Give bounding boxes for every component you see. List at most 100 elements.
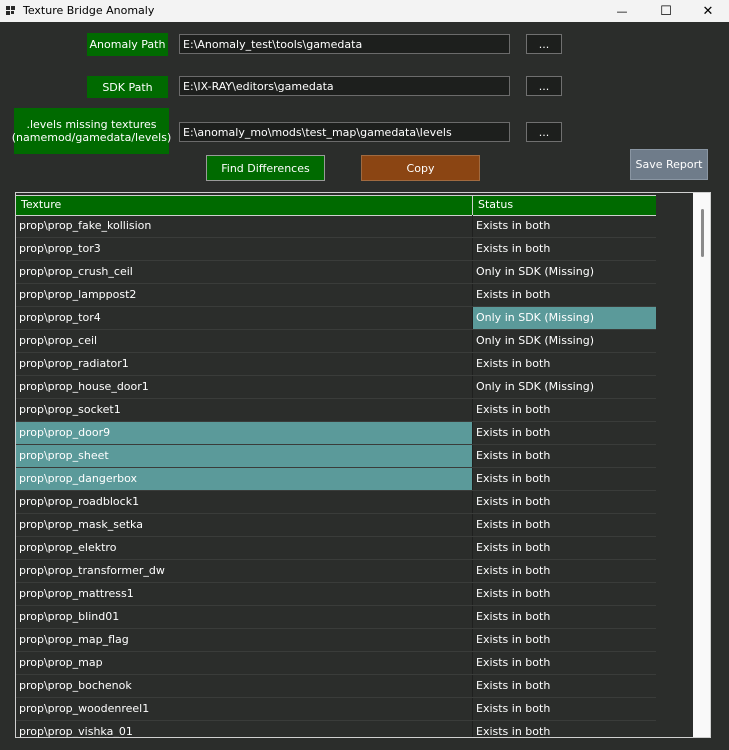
texture-cell[interactable]: prop\prop_crush_ceil <box>16 261 473 283</box>
column-header-texture[interactable]: Texture <box>16 196 473 215</box>
texture-cell[interactable]: prop\prop_mask_setka <box>16 514 473 536</box>
table-row[interactable]: prop\prop_map Exists in both <box>16 652 656 675</box>
table-row[interactable]: prop\prop_lamppost2 Exists in both <box>16 284 656 307</box>
table-row[interactable]: prop\prop_transformer_dw Exists in both <box>16 560 656 583</box>
texture-cell[interactable]: prop\prop_fake_kollision <box>16 215 473 237</box>
table-row[interactable]: prop\prop_map_flag Exists in both <box>16 629 656 652</box>
table-body: prop\prop_fake_kollision Exists in both p… <box>16 215 656 737</box>
status-cell[interactable]: Exists in both <box>473 583 656 605</box>
status-cell-selected[interactable]: Only in SDK (Missing) <box>473 307 656 329</box>
table-row[interactable]: prop\prop_tor4 Only in SDK (Missing) <box>16 307 656 330</box>
texture-cell[interactable]: prop\prop_lamppost2 <box>16 284 473 306</box>
status-cell[interactable]: Exists in both <box>473 537 656 559</box>
status-cell[interactable]: Exists in both <box>473 468 656 490</box>
table-row[interactable]: prop\prop_vishka_01 Exists in both <box>16 721 656 737</box>
table-row[interactable]: prop\prop_fake_kollision Exists in both <box>16 215 656 238</box>
table-row[interactable]: prop\prop_woodenreel1 Exists in both <box>16 698 656 721</box>
table-row[interactable]: prop\prop_door9 Exists in both <box>16 422 656 445</box>
minimize-icon: — <box>616 4 628 18</box>
status-cell[interactable]: Exists in both <box>473 675 656 697</box>
table-row[interactable]: prop\prop_radiator1 Exists in both <box>16 353 656 376</box>
texture-cell[interactable]: prop\prop_ceil <box>16 330 473 352</box>
status-cell[interactable]: Exists in both <box>473 721 656 737</box>
texture-cell[interactable]: prop\prop_vishka_01 <box>16 721 473 737</box>
scrollbar-thumb[interactable] <box>701 209 704 257</box>
vertical-scrollbar[interactable] <box>693 193 710 737</box>
status-cell[interactable]: Exists in both <box>473 399 656 421</box>
table-row[interactable]: prop\prop_elektro Exists in both <box>16 537 656 560</box>
texture-cell-selected[interactable]: prop\prop_sheet <box>16 445 473 467</box>
status-cell[interactable]: Exists in both <box>473 652 656 674</box>
sdk-path-input[interactable] <box>179 76 510 96</box>
status-cell[interactable]: Exists in both <box>473 353 656 375</box>
status-cell[interactable]: Exists in both <box>473 215 656 237</box>
levels-label-line2: (namemod/gamedata/levels) <box>11 131 172 144</box>
status-cell[interactable]: Only in SDK (Missing) <box>473 330 656 352</box>
copy-button[interactable]: Copy <box>361 155 480 181</box>
minimize-button[interactable]: — <box>601 0 643 22</box>
table-row[interactable]: prop\prop_mattress1 Exists in both <box>16 583 656 606</box>
status-cell[interactable]: Exists in both <box>473 422 656 444</box>
texture-cell[interactable]: prop\prop_tor4 <box>16 307 473 329</box>
app-icon <box>6 6 17 16</box>
status-cell[interactable]: Exists in both <box>473 560 656 582</box>
texture-cell-selected[interactable]: prop\prop_dangerbox <box>16 468 473 490</box>
texture-cell[interactable]: prop\prop_elektro <box>16 537 473 559</box>
table-row[interactable]: prop\prop_roadblock1 Exists in both <box>16 491 656 514</box>
texture-cell[interactable]: prop\prop_map <box>16 652 473 674</box>
save-report-button[interactable]: Save Report <box>630 149 708 180</box>
table-row[interactable]: prop\prop_blind01 Exists in both <box>16 606 656 629</box>
status-cell[interactable]: Only in SDK (Missing) <box>473 261 656 283</box>
texture-cell[interactable]: prop\prop_radiator1 <box>16 353 473 375</box>
table-row[interactable]: prop\prop_tor3 Exists in both <box>16 238 656 261</box>
status-cell[interactable]: Exists in both <box>473 606 656 628</box>
table-row[interactable]: prop\prop_mask_setka Exists in both <box>16 514 656 537</box>
table-row[interactable]: prop\prop_crush_ceil Only in SDK (Missing… <box>16 261 656 284</box>
status-cell[interactable]: Exists in both <box>473 514 656 536</box>
levels-label-line1: .levels missing textures <box>26 118 157 131</box>
table-row[interactable]: prop\prop_house_door1 Only in SDK (Missin… <box>16 376 656 399</box>
status-cell[interactable]: Exists in both <box>473 284 656 306</box>
sdk-path-label: SDK Path <box>87 76 168 98</box>
column-header-status[interactable]: Status <box>473 196 656 215</box>
levels-path-input[interactable] <box>179 122 510 142</box>
find-differences-button[interactable]: Find Differences <box>206 155 325 181</box>
texture-cell[interactable]: prop\prop_house_door1 <box>16 376 473 398</box>
table-empty-area <box>656 193 710 737</box>
texture-cell[interactable]: prop\prop_map_flag <box>16 629 473 651</box>
status-cell[interactable]: Exists in both <box>473 698 656 720</box>
levels-path-label: .levels missing textures (namemod/gameda… <box>11 108 172 154</box>
anomaly-browse-button[interactable]: ... <box>526 34 562 54</box>
status-cell[interactable]: Exists in both <box>473 238 656 260</box>
window-title: Texture Bridge Anomaly <box>23 4 155 17</box>
texture-cell[interactable]: prop\prop_blind01 <box>16 606 473 628</box>
texture-cell[interactable]: prop\prop_transformer_dw <box>16 560 473 582</box>
anomaly-path-label: Anomaly Path <box>87 33 168 56</box>
status-cell[interactable]: Exists in both <box>473 629 656 651</box>
sdk-browse-button[interactable]: ... <box>526 76 562 96</box>
levels-browse-button[interactable]: ... <box>526 122 562 142</box>
texture-cell[interactable]: prop\prop_mattress1 <box>16 583 473 605</box>
close-icon: ✕ <box>702 3 714 19</box>
close-button[interactable]: ✕ <box>687 0 729 22</box>
table-header: Texture Status <box>16 195 656 216</box>
texture-table[interactable]: Texture Status prop\prop_fake_kollision E… <box>15 192 711 738</box>
status-cell[interactable]: Exists in both <box>473 491 656 513</box>
status-cell[interactable]: Exists in both <box>473 445 656 467</box>
texture-cell[interactable]: prop\prop_tor3 <box>16 238 473 260</box>
texture-cell[interactable]: prop\prop_woodenreel1 <box>16 698 473 720</box>
texture-cell[interactable]: prop\prop_roadblock1 <box>16 491 473 513</box>
maximize-icon: ☐ <box>660 3 672 19</box>
texture-cell-selected[interactable]: prop\prop_door9 <box>16 422 473 444</box>
texture-cell[interactable]: prop\prop_bochenok <box>16 675 473 697</box>
table-row[interactable]: prop\prop_bochenok Exists in both <box>16 675 656 698</box>
title-bar: Texture Bridge Anomaly — ☐ ✕ <box>0 0 729 22</box>
maximize-button[interactable]: ☐ <box>645 0 687 22</box>
table-row[interactable]: prop\prop_sheet Exists in both <box>16 445 656 468</box>
table-row[interactable]: prop\prop_socket1 Exists in both <box>16 399 656 422</box>
table-row[interactable]: prop\prop_ceil Only in SDK (Missing) <box>16 330 656 353</box>
anomaly-path-input[interactable] <box>179 34 510 54</box>
status-cell[interactable]: Only in SDK (Missing) <box>473 376 656 398</box>
table-row[interactable]: prop\prop_dangerbox Exists in both <box>16 468 656 491</box>
texture-cell[interactable]: prop\prop_socket1 <box>16 399 473 421</box>
